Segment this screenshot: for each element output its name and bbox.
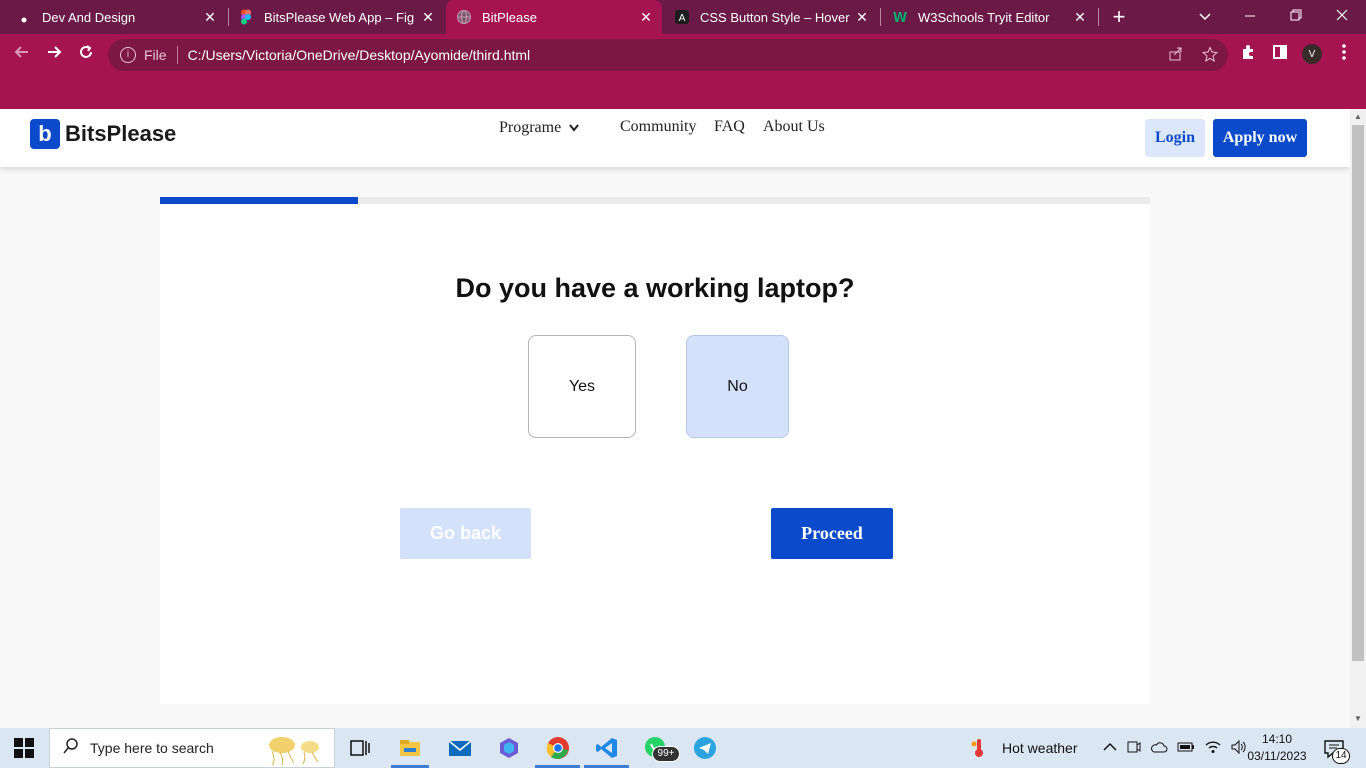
tab-dev-and-design[interactable]: Dev And Design ✕: [8, 0, 226, 34]
quiz-card: Do you have a working laptop? Yes No Go …: [160, 197, 1150, 704]
new-tab-button[interactable]: +: [1107, 5, 1131, 29]
site-logo[interactable]: b BitsPlease: [30, 119, 176, 149]
tab-css-button-style[interactable]: A CSS Button Style – Hover, Co ✕: [666, 0, 878, 34]
clock-time: 14:10: [1261, 732, 1293, 746]
onedrive-icon[interactable]: [1150, 739, 1168, 758]
vscode-icon[interactable]: [595, 736, 619, 760]
task-view-icon[interactable]: [348, 736, 372, 760]
dot-icon: [16, 9, 32, 25]
logo-mark-icon: b: [30, 119, 60, 149]
tab-w3schools[interactable]: W W3Schools Tryit Editor ✕: [884, 0, 1096, 34]
proceed-button[interactable]: Proceed: [771, 508, 893, 559]
question-title: Do you have a working laptop?: [455, 273, 855, 303]
scheme-label: File: [144, 47, 167, 63]
login-button[interactable]: Login: [1145, 119, 1205, 157]
back-icon[interactable]: [10, 43, 34, 67]
nav-about[interactable]: About Us: [763, 118, 825, 136]
side-panel-icon[interactable]: [1268, 43, 1292, 67]
tab-separator: [228, 8, 229, 26]
tab-label: Dev And Design: [42, 9, 136, 25]
svg-text:W: W: [893, 11, 907, 25]
tab-bitplease[interactable]: BitPlease ✕: [446, 0, 662, 34]
option-yes[interactable]: Yes: [528, 335, 636, 438]
brand-name: BitsPlease: [65, 121, 177, 146]
chrome-icon[interactable]: [546, 736, 570, 760]
w3schools-icon: W: [892, 9, 908, 26]
close-tab-icon[interactable]: ✕: [420, 9, 436, 25]
nav-programe[interactable]: Programe: [499, 119, 579, 137]
bookmarks-bar: [0, 76, 1366, 109]
search-placeholder: Type here to search: [90, 740, 214, 756]
battery-icon[interactable]: [1176, 739, 1196, 758]
bookmark-star-icon[interactable]: [1201, 46, 1219, 66]
taskbar-search[interactable]: Type here to search: [49, 728, 335, 768]
nav-community[interactable]: Community: [620, 118, 696, 136]
page-viewport: b BitsPlease Programe Community FAQ Abou…: [0, 109, 1350, 728]
scroll-up-icon[interactable]: ▲: [1353, 112, 1363, 122]
figma-icon: [238, 9, 254, 25]
clock-date: 03/11/2023: [1247, 749, 1307, 763]
mail-icon[interactable]: [448, 736, 472, 760]
site-header: b BitsPlease Programe Community FAQ Abou…: [0, 109, 1350, 167]
browser-tab-bar: Dev And Design ✕ BitsPlease Web App – Fi…: [0, 0, 1366, 34]
omnibox-divider: [176, 46, 178, 64]
copilot-icon[interactable]: [497, 736, 521, 760]
apply-now-button[interactable]: Apply now: [1213, 119, 1307, 157]
thermometer-icon: [970, 736, 988, 761]
weather-widget[interactable]: Hot weather: [970, 728, 1077, 768]
restore-icon[interactable]: [1284, 4, 1308, 28]
taskbar-clock[interactable]: 14:10 03/11/2023: [1244, 731, 1310, 765]
option-no[interactable]: No: [686, 335, 789, 438]
globe-icon: [456, 9, 472, 25]
reload-icon[interactable]: [74, 43, 98, 67]
site-info-icon[interactable]: i: [120, 47, 136, 63]
tab-separator: [1098, 8, 1099, 26]
tab-figma[interactable]: BitsPlease Web App – Figma ✕: [232, 0, 444, 34]
close-window-icon[interactable]: [1330, 4, 1354, 28]
tab-label: W3Schools Tryit Editor: [918, 9, 1050, 25]
file-explorer-icon[interactable]: [398, 736, 422, 760]
scroll-down-icon[interactable]: ▼: [1353, 714, 1363, 724]
close-tab-icon[interactable]: ✕: [1072, 9, 1088, 25]
tab-label: CSS Button Style – Hover, Co: [700, 9, 850, 25]
share-icon[interactable]: [1168, 46, 1184, 66]
address-bar: i File C:/Users/Victoria/OneDrive/Deskto…: [0, 34, 1366, 76]
jellyfish-illustration-icon: [258, 733, 328, 766]
notification-badge: 14: [1332, 748, 1350, 764]
telegram-icon[interactable]: [693, 736, 717, 760]
close-tab-icon[interactable]: ✕: [202, 9, 218, 25]
close-tab-icon[interactable]: ✕: [638, 9, 654, 25]
wifi-icon[interactable]: [1204, 739, 1222, 758]
tab-separator: [880, 8, 881, 26]
omnibox[interactable]: i File C:/Users/Victoria/OneDrive/Deskto…: [108, 39, 1228, 71]
forward-icon[interactable]: [42, 43, 66, 67]
progress-bar: [160, 197, 1150, 204]
tab-search-icon[interactable]: [1193, 5, 1217, 29]
close-tab-icon[interactable]: ✕: [854, 9, 870, 25]
chevron-down-icon: [569, 123, 579, 135]
taskbar: Type here to search 99+ Hot weather 14:1…: [0, 728, 1366, 768]
windows-start-icon[interactable]: [14, 738, 34, 758]
search-icon: [62, 737, 80, 760]
svg-text:A: A: [679, 13, 686, 24]
extensions-icon[interactable]: [1236, 43, 1260, 67]
tab-label: BitsPlease Web App – Figma: [264, 9, 414, 25]
nav-programe-label: Programe: [499, 119, 562, 136]
page-scrollbar[interactable]: ▲ ▼: [1350, 109, 1366, 728]
profile-initial: V: [1308, 49, 1316, 60]
scrollbar-thumb[interactable]: [1352, 125, 1364, 661]
menu-kebab-icon[interactable]: [1332, 43, 1356, 67]
chevron-up-icon[interactable]: [1102, 739, 1118, 758]
angular-icon: A: [674, 9, 690, 25]
tab-label: BitPlease: [482, 9, 537, 25]
go-back-button[interactable]: Go back: [400, 508, 531, 559]
meet-now-icon[interactable]: [1126, 739, 1142, 758]
progress-fill: [160, 197, 358, 204]
weather-label: Hot weather: [1002, 740, 1078, 756]
url-text[interactable]: C:/Users/Victoria/OneDrive/Desktop/Ayomi…: [188, 47, 531, 63]
nav-faq[interactable]: FAQ: [714, 118, 745, 136]
minimize-icon[interactable]: [1238, 4, 1262, 28]
system-tray: [1102, 728, 1248, 768]
whatsapp-badge: 99+: [652, 746, 680, 762]
